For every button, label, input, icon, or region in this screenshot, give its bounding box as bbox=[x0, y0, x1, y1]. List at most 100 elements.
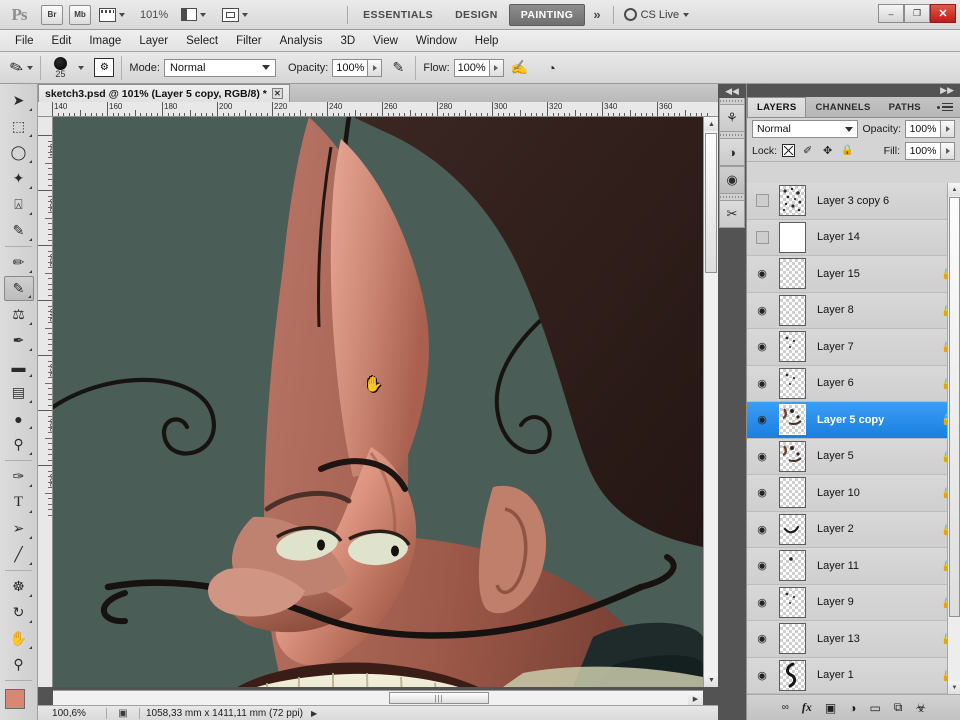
clone-stamp-tool[interactable]: ⚖ bbox=[4, 302, 34, 327]
horizontal-type-tool[interactable]: T bbox=[4, 490, 34, 515]
lock-position-icon[interactable]: ✥ bbox=[820, 143, 835, 158]
brush-tool[interactable]: ✎ bbox=[3, 276, 34, 301]
pen-tool[interactable]: ✑ bbox=[4, 464, 34, 489]
brush-preset-picker[interactable]: 25 bbox=[48, 56, 72, 79]
opacity-value[interactable]: 100% bbox=[332, 58, 369, 77]
layer-opacity-stepper[interactable] bbox=[941, 120, 955, 138]
layer-thumbnail[interactable] bbox=[775, 258, 809, 290]
scroll-right-arrow-icon[interactable]: ▶ bbox=[688, 691, 703, 706]
workspace-design[interactable]: DESIGN bbox=[444, 5, 509, 25]
crop-tool[interactable]: ⍓ bbox=[4, 192, 34, 217]
layer-thumbnail[interactable] bbox=[775, 404, 809, 436]
layer-list[interactable]: Layer 3 copy 6Layer 14◉Layer 15🔒◉Layer 8… bbox=[747, 183, 960, 694]
flow-pressure-icon[interactable]: ◔ bbox=[542, 58, 562, 78]
new-group-icon[interactable]: ▭ bbox=[870, 701, 881, 715]
new-fill-adjustment-icon[interactable]: ◑ bbox=[849, 701, 856, 715]
lock-all-icon[interactable]: 🔒 bbox=[840, 143, 855, 158]
menu-analysis[interactable]: Analysis bbox=[271, 32, 332, 50]
layer-fill-stepper[interactable] bbox=[941, 141, 955, 160]
cs-live-menu[interactable]: CS Live bbox=[623, 8, 690, 21]
menu-3d[interactable]: 3D bbox=[331, 32, 364, 50]
lasso-tool[interactable]: ◯ bbox=[4, 140, 34, 165]
masks-icon[interactable]: ◉ bbox=[719, 166, 745, 194]
move-tool[interactable]: ➤ bbox=[4, 88, 34, 113]
table-row[interactable]: ◉Layer 13🔒 bbox=[747, 621, 960, 658]
table-row[interactable]: ◉Layer 8🔒 bbox=[747, 292, 960, 329]
table-row[interactable]: ◉Layer 5🔒 bbox=[747, 438, 960, 475]
menu-file[interactable]: File bbox=[6, 32, 43, 50]
delete-layer-icon[interactable]: ☣ bbox=[915, 701, 926, 715]
collapse-panel-icon[interactable]: ▶▶ bbox=[747, 84, 960, 97]
menu-image[interactable]: Image bbox=[80, 32, 130, 50]
layer-name[interactable]: Layer 9 bbox=[809, 596, 935, 608]
scroll-down-arrow-icon[interactable]: ▼ bbox=[948, 681, 960, 694]
table-row[interactable]: ◉Layer 9🔒 bbox=[747, 584, 960, 621]
spot-healing-brush-tool[interactable]: ✏ bbox=[4, 250, 34, 275]
layer-style-icon[interactable]: fx bbox=[802, 700, 812, 715]
workspace-essentials[interactable]: ESSENTIALS bbox=[352, 5, 444, 25]
layer-name[interactable]: Layer 7 bbox=[809, 341, 935, 353]
menu-layer[interactable]: Layer bbox=[130, 32, 177, 50]
layer-visibility-toggle[interactable]: ◉ bbox=[749, 340, 775, 353]
blur-tool[interactable]: ● bbox=[4, 406, 34, 431]
canvas-horizontal-scrollbar[interactable]: ||| ▶ bbox=[53, 690, 703, 706]
opacity-stepper[interactable] bbox=[368, 58, 383, 77]
layer-name[interactable]: Layer 5 bbox=[809, 450, 935, 462]
canvas-vertical-scrollbar[interactable]: ▲ ▼ bbox=[703, 117, 719, 687]
restore-button[interactable]: ❐ bbox=[904, 4, 930, 23]
minimize-button[interactable]: – bbox=[878, 4, 904, 23]
chevron-down-icon[interactable] bbox=[78, 65, 85, 70]
layer-visibility-toggle[interactable]: ◉ bbox=[749, 377, 775, 390]
tab-paths[interactable]: PATHS bbox=[880, 98, 930, 117]
layer-thumbnail[interactable] bbox=[775, 550, 809, 582]
layer-fill-value[interactable]: 100% bbox=[905, 141, 941, 160]
flow-stepper[interactable] bbox=[489, 58, 504, 77]
opacity-pressure-icon[interactable]: ✎ bbox=[388, 58, 408, 78]
layer-visibility-toggle[interactable]: ◉ bbox=[749, 523, 775, 536]
layer-thumbnail[interactable] bbox=[775, 367, 809, 399]
eraser-tool[interactable]: ▬ bbox=[4, 354, 34, 379]
opacity-control[interactable]: 100% bbox=[332, 58, 383, 77]
layers-scrollbar[interactable]: ▲ ▼ bbox=[947, 183, 960, 694]
layer-visibility-toggle[interactable] bbox=[749, 194, 775, 208]
menu-filter[interactable]: Filter bbox=[227, 32, 271, 50]
layer-thumbnail[interactable] bbox=[775, 185, 809, 217]
tool-preset-picker[interactable]: ✎ bbox=[4, 58, 34, 78]
menu-edit[interactable]: Edit bbox=[43, 32, 81, 50]
layer-visibility-toggle[interactable]: ◉ bbox=[749, 267, 775, 280]
layer-name[interactable]: Layer 1 bbox=[809, 669, 935, 681]
gradient-tool[interactable]: ▤ bbox=[4, 380, 34, 405]
table-row[interactable]: ◉Layer 15🔒 bbox=[747, 256, 960, 293]
table-row[interactable]: Layer 14 bbox=[747, 219, 960, 256]
zoom-tool[interactable]: ⚲ bbox=[4, 652, 34, 677]
scroll-up-arrow-icon[interactable]: ▲ bbox=[704, 117, 719, 131]
layer-thumbnail[interactable] bbox=[775, 586, 809, 618]
history-brush-tool[interactable]: ✒ bbox=[4, 328, 34, 353]
flow-control[interactable]: 100% bbox=[453, 58, 504, 77]
zoom-level-display[interactable]: 101% bbox=[140, 9, 168, 21]
vertical-ruler[interactable]: 180 200 220 240 260 280 300 bbox=[38, 117, 53, 687]
3d-camera-rotate-tool[interactable]: ↻ bbox=[4, 600, 34, 625]
layer-blend-mode-select[interactable]: Normal bbox=[752, 120, 859, 138]
layer-thumbnail[interactable] bbox=[775, 623, 809, 655]
airbrush-icon[interactable]: ✍ bbox=[510, 58, 530, 78]
line-tool[interactable]: ╱ bbox=[4, 542, 34, 567]
layer-name[interactable]: Layer 6 bbox=[809, 377, 935, 389]
path-selection-tool[interactable]: ➢ bbox=[4, 516, 34, 541]
layer-visibility-toggle[interactable]: ◉ bbox=[749, 559, 775, 572]
layer-thumbnail[interactable] bbox=[775, 477, 809, 509]
document-thumbnail-icon[interactable]: ▣ bbox=[113, 708, 133, 719]
scroll-down-arrow-icon[interactable]: ▼ bbox=[704, 673, 719, 687]
table-row[interactable]: ◉Layer 6🔒 bbox=[747, 365, 960, 402]
lock-transparent-pixels-icon[interactable] bbox=[782, 144, 796, 157]
menu-view[interactable]: View bbox=[364, 32, 407, 50]
layer-thumbnail[interactable] bbox=[775, 659, 809, 691]
3d-object-rotate-tool[interactable]: ☸ bbox=[4, 574, 34, 599]
layer-visibility-toggle[interactable]: ◉ bbox=[749, 304, 775, 317]
adjustments-icon[interactable]: ◑ bbox=[719, 138, 745, 166]
hand-tool[interactable]: ✋ bbox=[4, 626, 34, 651]
workspace-painting[interactable]: PAINTING bbox=[508, 3, 586, 26]
layer-name[interactable]: Layer 15 bbox=[809, 268, 935, 280]
layer-name[interactable]: Layer 14 bbox=[809, 231, 935, 243]
launch-bridge-button[interactable]: Br bbox=[41, 4, 63, 25]
